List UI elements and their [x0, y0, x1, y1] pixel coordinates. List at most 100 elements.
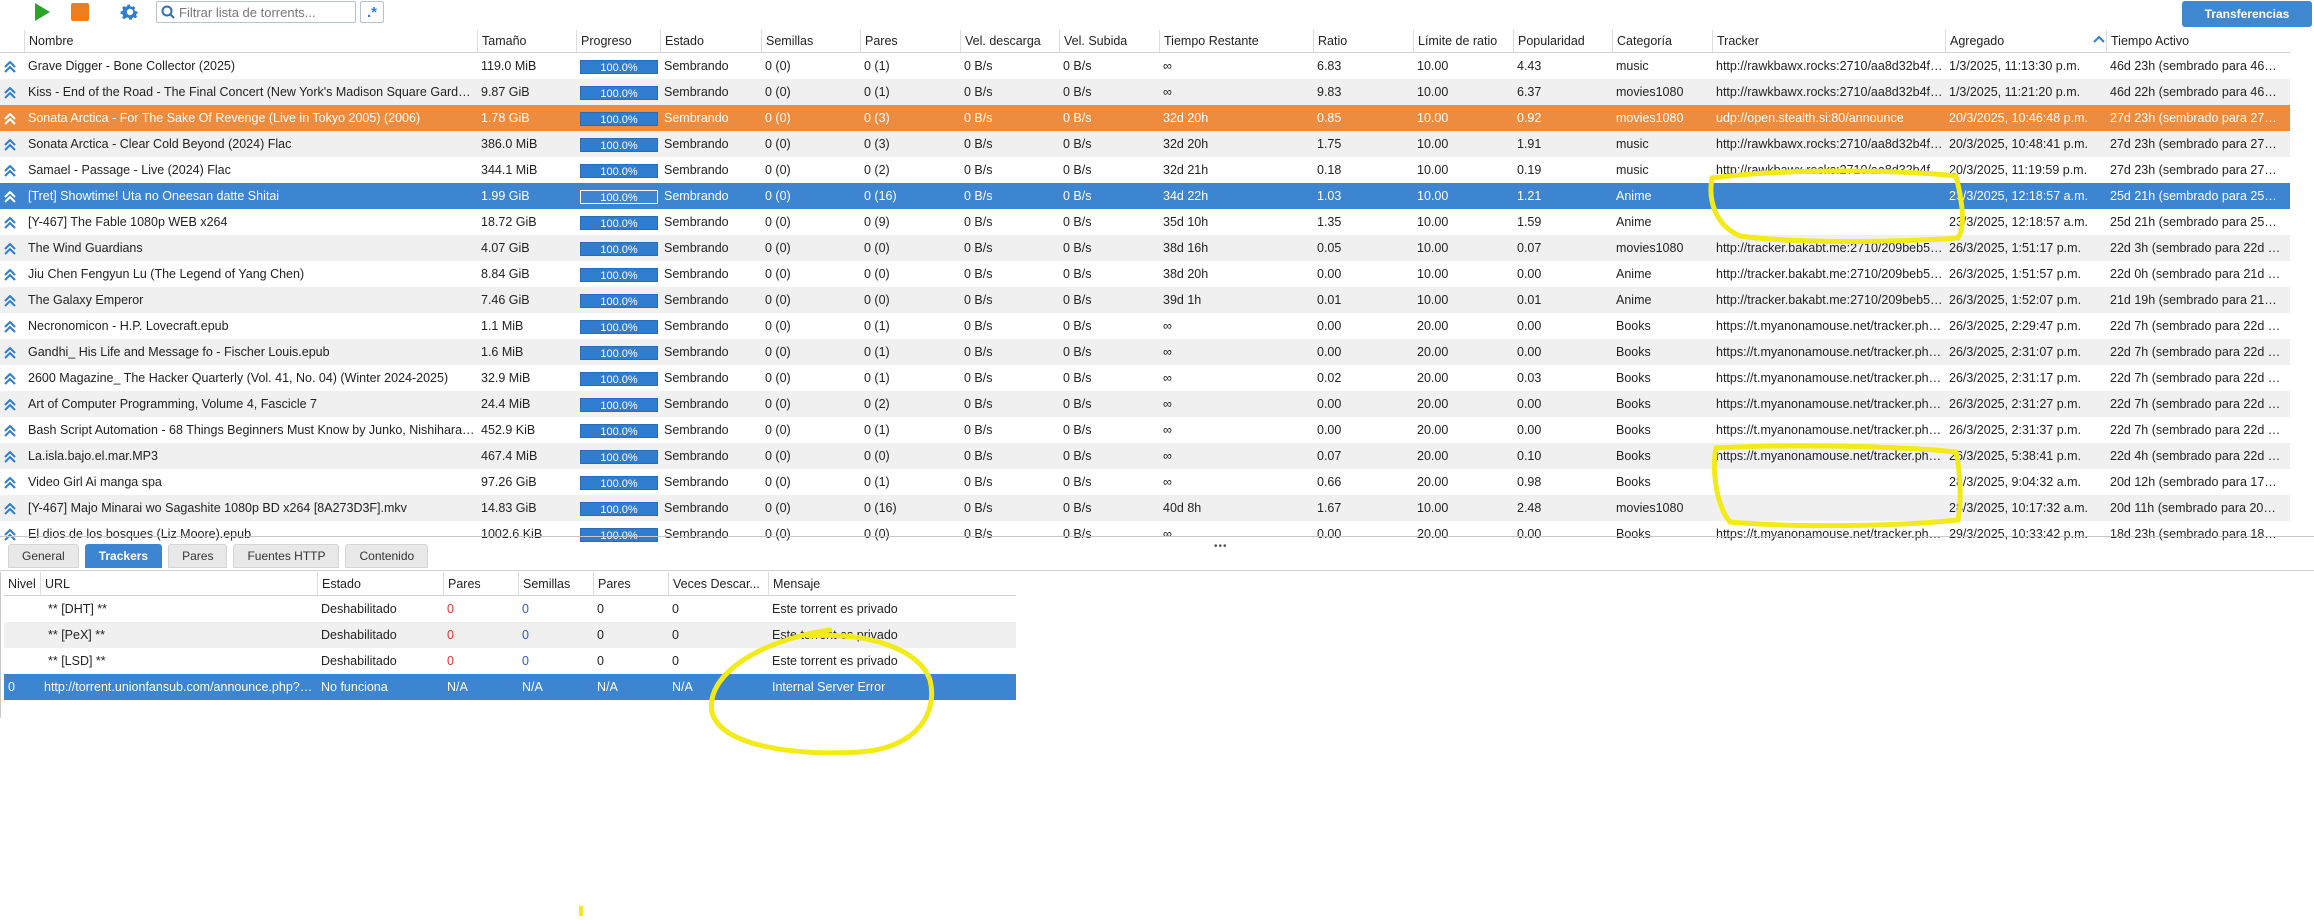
- cell-nivel: 0: [8, 680, 15, 694]
- tracker-row[interactable]: ** [PeX] ** Deshabilitado 0 0 0 0 Este torrent…: [4, 622, 1016, 648]
- torrent-row[interactable]: Video Girl Ai manga spa 97.26 GiB 100.0% Se…: [0, 469, 2290, 495]
- header-agregado[interactable]: Agregado: [1945, 29, 2106, 53]
- torrent-row[interactable]: Samael - Passage - Live (2024) Flac 344.1…: [0, 157, 2290, 183]
- header-limite-ratio[interactable]: Límite de ratio: [1413, 29, 1513, 53]
- cell-tiempo-restante: 32d 20h: [1163, 111, 1209, 125]
- cell-tracker: https://t.myanonamouse.net/tracker.php/.…: [1716, 527, 1945, 541]
- cell-nombre: Jiu Chen Fengyun Lu (The Legend of Yang …: [28, 267, 305, 281]
- cell-limite-ratio: 10.00: [1417, 163, 1449, 177]
- header-tiempo-activo[interactable]: Tiempo Activo: [2106, 29, 2282, 53]
- cell-pares: 0: [447, 654, 454, 668]
- cell-agregado: 20/3/2025, 11:19:59 p.m.: [1949, 163, 2088, 177]
- play-button[interactable]: [30, 1, 54, 23]
- header-pares-2[interactable]: Pares: [593, 571, 668, 596]
- header-nombre[interactable]: Nombre: [24, 29, 477, 53]
- cell-nivel: [4, 648, 40, 674]
- header-veces-descargado[interactable]: Veces Descar...: [668, 571, 768, 596]
- header-url[interactable]: URL: [40, 571, 317, 596]
- cell-popularidad: 1.91: [1517, 137, 1542, 151]
- toolbar: .* Transferencias: [0, 0, 2314, 27]
- header-pares[interactable]: Pares: [443, 571, 518, 596]
- cell-nombre: Samael - Passage - Live (2024) Flac: [28, 163, 231, 177]
- header-vel-subida[interactable]: Vel. Subida: [1059, 29, 1159, 53]
- pane-divider[interactable]: [0, 536, 2314, 537]
- cell-estado: Sembrando: [664, 475, 729, 489]
- header-categoria[interactable]: Categoría: [1612, 29, 1712, 53]
- cell-categoria: Books: [1616, 423, 1651, 437]
- cell-vel-subida: 0 B/s: [1063, 241, 1092, 255]
- header-nivel[interactable]: Nivel: [4, 572, 40, 596]
- regex-button[interactable]: .*: [360, 1, 384, 23]
- torrent-row[interactable]: [Y-467] Majo Minarai wo Sagashite 1080p …: [0, 495, 2290, 521]
- cell-tiempo-restante: 38d 20h: [1163, 267, 1209, 281]
- torrent-row[interactable]: The Wind Guardians 4.07 GiB 100.0% Sembrand…: [0, 235, 2290, 261]
- cell-estado: No funciona: [321, 680, 388, 694]
- seeding-icon: [0, 235, 24, 261]
- torrent-row[interactable]: Grave Digger - Bone Collector (2025) 119.…: [0, 53, 2290, 79]
- cell-tamano: 97.26 GiB: [481, 475, 537, 489]
- torrent-row[interactable]: 2600 Magazine_ The Hacker Quarterly (Vol…: [0, 365, 2290, 391]
- header-semillas[interactable]: Semillas: [518, 571, 593, 596]
- torrent-table-header: Nombre Tamaño Progreso Estado Semillas P…: [0, 29, 2290, 53]
- header-semillas[interactable]: Semillas: [761, 29, 860, 53]
- seeding-icon: [0, 53, 24, 79]
- torrent-row[interactable]: Sonata Arctica - Clear Cold Beyond (2024…: [0, 131, 2290, 157]
- cell-pares-2: 0: [597, 602, 604, 616]
- tab-contenido[interactable]: Contenido: [345, 544, 429, 568]
- torrent-row[interactable]: Bash Script Automation - 68 Things Begin…: [0, 417, 2290, 443]
- torrent-row[interactable]: Kiss - End of the Road - The Final Conce…: [0, 79, 2290, 105]
- tab-fuentes-http[interactable]: Fuentes HTTP: [233, 544, 340, 568]
- cell-url: ** [PeX] **: [48, 628, 105, 642]
- torrent-row[interactable]: [Y-467] The Fable 1080p WEB x264 18.72 Gi…: [0, 209, 2290, 235]
- cell-pares-2: 0: [597, 654, 604, 668]
- settings-button[interactable]: [118, 1, 142, 23]
- header-vel-descarga[interactable]: Vel. descarga: [960, 29, 1059, 53]
- cell-progreso: 100.0%: [576, 365, 660, 391]
- tab-general[interactable]: General: [8, 544, 79, 568]
- cell-progreso: 100.0%: [576, 521, 660, 547]
- cell-tamano: 9.87 GiB: [481, 85, 530, 99]
- cell-ratio: 1.03: [1317, 189, 1342, 203]
- header-tiempo-restante[interactable]: Tiempo Restante: [1159, 29, 1313, 53]
- header-estado[interactable]: Estado: [660, 29, 761, 53]
- torrent-row[interactable]: Jiu Chen Fengyun Lu (The Legend of Yang …: [0, 261, 2290, 287]
- tracker-row[interactable]: ** [LSD] ** Deshabilitado 0 0 0 0 Este torrent…: [4, 648, 1016, 674]
- torrent-row[interactable]: La.isla.bajo.el.mar.MP3 467.4 MiB 100.0% Se…: [0, 443, 2290, 469]
- cell-vel-descarga: 0 B/s: [964, 475, 993, 489]
- tab-pares[interactable]: Pares: [168, 544, 228, 568]
- torrent-row[interactable]: [Tret] Showtime! Uta no Oneesan datte Sh…: [0, 183, 2290, 209]
- torrent-row[interactable]: Necronomicon - H.P. Lovecraft.epub 1.1 Mi…: [0, 313, 2290, 339]
- cell-limite-ratio: 10.00: [1417, 111, 1449, 125]
- cell-estado: Deshabilitado: [321, 654, 397, 668]
- header-ratio[interactable]: Ratio: [1313, 29, 1413, 53]
- cell-tiempo-activo: 46d 22h (sembrado para 46d ...: [2110, 85, 2282, 99]
- cell-estado: Sembrando: [664, 293, 729, 307]
- search-input[interactable]: [179, 4, 349, 20]
- cell-categoria: Books: [1616, 345, 1651, 359]
- torrent-row[interactable]: Gandhi_ His Life and Message fo - Fische…: [0, 339, 2290, 365]
- torrent-row[interactable]: The Galaxy Emperor 7.46 GiB 100.0% Sembrand…: [0, 287, 2290, 313]
- torrent-row[interactable]: Sonata Arctica - For The Sake Of Revenge…: [0, 105, 2290, 131]
- tracker-row[interactable]: 0 http://torrent.unionfansub.com/announce…: [4, 674, 1016, 700]
- seeding-icon: [0, 157, 24, 183]
- cell-vel-descarga: 0 B/s: [964, 527, 993, 541]
- header-estado[interactable]: Estado: [317, 571, 443, 596]
- cell-limite-ratio: 20.00: [1417, 371, 1449, 385]
- header-popularidad[interactable]: Popularidad: [1513, 29, 1612, 53]
- header-mensaje[interactable]: Mensaje: [768, 571, 1016, 596]
- header-tamano[interactable]: Tamaño: [477, 29, 576, 53]
- torrent-row[interactable]: Art of Computer Programming, Volume 4, F…: [0, 391, 2290, 417]
- cell-semillas: 0 (0): [765, 85, 791, 99]
- header-pares[interactable]: Pares: [860, 29, 960, 53]
- tracker-row[interactable]: ** [DHT] ** Deshabilitado 0 0 0 0 Este torrent…: [4, 596, 1016, 622]
- splitter-handle[interactable]: •••: [1214, 541, 1228, 552]
- stop-button[interactable]: [68, 1, 92, 23]
- cell-tracker: https://t.myanonamouse.net/tracker.php/.…: [1716, 397, 1945, 411]
- header-progreso[interactable]: Progreso: [576, 29, 660, 53]
- cell-categoria: Books: [1616, 319, 1651, 333]
- header-tracker[interactable]: Tracker: [1712, 29, 1945, 53]
- tab-trackers[interactable]: Trackers: [84, 544, 163, 568]
- cell-mensaje: Este torrent es privado: [772, 628, 898, 642]
- cell-pares: 0 (1): [864, 319, 890, 333]
- transfers-button[interactable]: Transferencias: [2182, 1, 2312, 27]
